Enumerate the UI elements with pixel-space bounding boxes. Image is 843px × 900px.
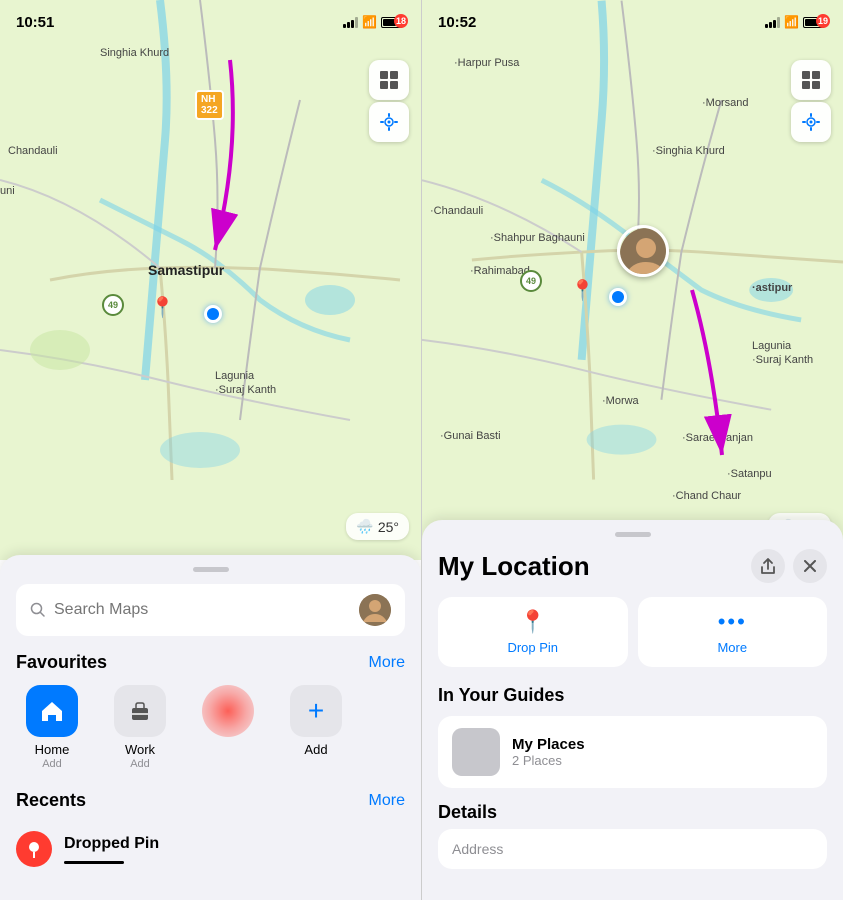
battery-container: 18 [381,17,405,28]
map-view-btn[interactable] [369,60,409,100]
red-pin-right: 📍 [570,278,595,303]
favourites-header: Favourites More [16,652,405,673]
add-label: Add [304,742,327,757]
left-sheet-handle [193,567,229,572]
search-icon [30,602,46,618]
road-circle-49: 49 [102,294,124,316]
right-status-icons: 📶 19 [765,15,827,29]
user-avatar-left[interactable] [359,594,391,626]
recent-dropped-pin[interactable]: Dropped Pin [16,823,405,875]
map-profile-avatar [617,225,669,277]
more-dots-icon: ••• [718,609,747,635]
right-map-controls [791,60,831,142]
right-sheet-handle [615,532,651,537]
right-road-49: 49 [520,270,542,292]
drop-pin-icon: 📍 [519,609,546,635]
guide-name: My Places [512,736,585,753]
recent-pin-name: Dropped Pin [64,835,159,853]
right-phone-panel: 10:52 📶 19 [421,0,843,900]
add-icon-bg: + [290,685,342,737]
fav-home[interactable]: Home Add [16,685,88,770]
right-wifi-icon: 📶 [784,15,799,29]
address-label: Address [452,841,813,857]
signal-icon [343,16,358,28]
work-label: Work [125,742,155,757]
favourites-title: Favourites [16,652,107,673]
favourites-row: Home Add Work Add [16,685,405,770]
recent-pin-icon [16,831,52,867]
guide-thumbnail [452,728,500,776]
share-button[interactable] [751,549,785,583]
drop-pin-label: Drop Pin [507,640,558,655]
search-bar[interactable] [16,584,405,636]
left-status-bar: 10:51 📶 18 [0,0,421,44]
guide-item-my-places[interactable]: My Places 2 Places [438,716,827,788]
recents-title: Recents [16,790,86,811]
work-icon-bg [114,685,166,737]
wifi-icon: 📶 [362,15,377,29]
guide-count: 2 Places [512,753,585,768]
right-location-btn[interactable] [791,102,831,142]
right-map-view-btn[interactable] [791,60,831,100]
close-button[interactable] [793,549,827,583]
right-signal-icon [765,16,780,28]
weather-temp-left: 25° [378,519,399,535]
details-section: Details Address [438,802,827,869]
location-header-buttons [751,549,827,583]
left-map-controls [369,60,409,142]
red-pulse-icon [202,685,254,737]
location-header: My Location [438,549,827,583]
action-row: 📍 Drop Pin ••• More [438,597,827,667]
left-time: 10:51 [16,14,54,31]
location-sheet: My Location 📍 Drop Pin [422,520,843,900]
home-label: Home [35,742,70,757]
location-btn[interactable] [369,102,409,142]
right-battery-badge: 19 [816,14,830,28]
location-dot-left [204,305,222,323]
left-weather-badge: 🌧️ 25° [346,513,409,540]
right-battery-container: 19 [803,17,827,28]
more-action-label: More [717,640,747,655]
guides-section: In Your Guides My Places 2 Places [438,685,827,788]
left-phone-panel: 10:51 📶 18 [0,0,421,900]
work-sublabel: Add [130,758,150,770]
battery-level-badge: 18 [394,14,408,28]
guide-info: My Places 2 Places [512,736,585,768]
recents-header: Recents More [16,790,405,811]
search-input[interactable] [54,601,351,619]
fav-add[interactable]: + Add [280,685,352,757]
weather-icon-left: 🌧️ [356,518,373,535]
left-bottom-sheet: Favourites More Home Add [0,555,421,900]
right-time: 10:52 [438,14,476,31]
favourites-more-btn[interactable]: More [369,654,405,672]
fav-pulse[interactable] [192,685,264,737]
left-map[interactable]: 10:51 📶 18 [0,0,421,560]
location-dot-right [609,288,627,306]
recents-more-btn[interactable]: More [369,792,405,810]
details-title: Details [438,802,827,823]
red-pin-left: 📍 [150,295,175,320]
highway-badge: NH322 [195,90,224,120]
home-icon-bg [26,685,78,737]
right-status-bar: 10:52 📶 19 [422,0,843,44]
left-status-icons: 📶 18 [343,15,405,29]
location-title: My Location [438,551,590,582]
recent-divider [64,861,124,864]
details-row: Address [438,829,827,869]
fav-work[interactable]: Work Add [104,685,176,770]
right-map[interactable]: 10:52 📶 19 [422,0,843,560]
recents-section: Recents More Dropped Pin [16,790,405,875]
guides-title: In Your Guides [438,685,827,706]
home-sublabel: Add [42,758,62,770]
more-action-btn[interactable]: ••• More [638,597,828,667]
drop-pin-btn[interactable]: 📍 Drop Pin [438,597,628,667]
